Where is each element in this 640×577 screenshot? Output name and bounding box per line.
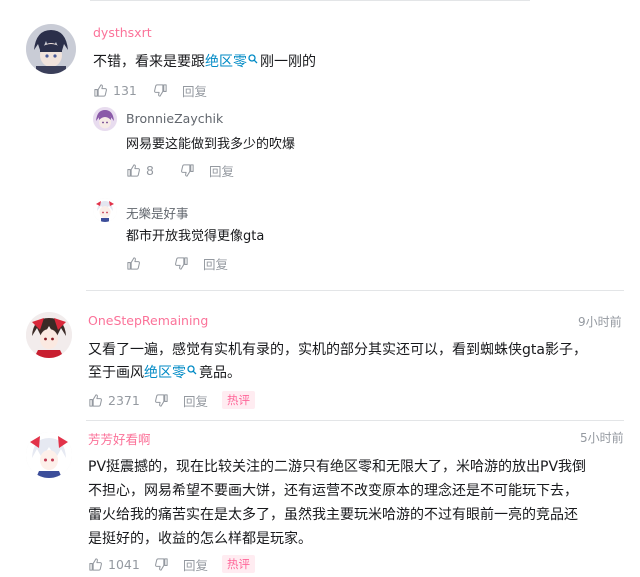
- reply-username[interactable]: 无樂是好事: [126, 203, 189, 222]
- reply-text: 网易要这能做到我多少的吹爆: [126, 137, 296, 152]
- comment-text-line: PV挺震撼的，现在比较关注的二游只有绝区零和无限大了，米哈游的放出PV我倒: [88, 459, 587, 475]
- like-count: 1041: [108, 556, 140, 572]
- reply-button[interactable]: 回复: [203, 254, 228, 273]
- search-icon[interactable]: [187, 365, 197, 375]
- comment-actions: 131 回复: [93, 81, 207, 99]
- thumb-up-icon[interactable]: [126, 163, 141, 178]
- avatar[interactable]: [93, 107, 117, 131]
- avatar[interactable]: [26, 24, 76, 74]
- like-count: 8: [146, 162, 154, 178]
- comment-text-end: 竟品。: [199, 365, 241, 381]
- comment-actions: 2371 回复 热评: [88, 391, 256, 410]
- top-divider: [90, 0, 530, 1]
- reply-username[interactable]: BronnieZaychik: [126, 111, 223, 126]
- thumb-up-icon[interactable]: [88, 557, 103, 572]
- thumb-down-icon[interactable]: [174, 256, 189, 271]
- comment-time: 9小时前: [578, 315, 622, 329]
- reply-actions: 8 回复: [126, 161, 234, 179]
- comment-username[interactable]: dysthsxrt: [93, 25, 152, 40]
- reply-text: 都市开放我觉得更像gta: [126, 229, 265, 244]
- comment-divider: [86, 420, 624, 421]
- comment-actions: 1041 回复 热评: [88, 555, 256, 574]
- comment-text-line: 雷火给我的痛苦实在是太多了，虽然我主要玩米哈游的不过有眼前一亮的竞品还: [88, 507, 578, 523]
- reply-actions: 回复: [126, 254, 228, 272]
- thumb-down-icon[interactable]: [154, 557, 169, 572]
- comment-text-end: 刚一刚的: [260, 54, 316, 70]
- comment-divider: [86, 290, 624, 291]
- reply-button[interactable]: 回复: [182, 81, 207, 100]
- thumb-down-icon[interactable]: [180, 163, 195, 178]
- comment-text-line: 不担心，网易希望不要画大饼，还有运营不改变原本的理念还是不可能玩下去，: [88, 483, 578, 499]
- thumb-down-icon[interactable]: [154, 393, 169, 408]
- like-count: 2371: [108, 392, 140, 408]
- keyword-link[interactable]: 绝区零: [144, 365, 186, 381]
- keyword-link[interactable]: 绝区零: [205, 54, 247, 70]
- search-icon[interactable]: [248, 54, 258, 64]
- reply-button[interactable]: 回复: [183, 555, 208, 574]
- hot-comment-badge: 热评: [222, 555, 256, 573]
- thumb-up-icon[interactable]: [93, 83, 108, 98]
- comment-text-start: 至于画风: [88, 365, 144, 381]
- comment-text-line: 又看了一遍，感觉有实机有录的，实机的部分其实还可以，看到蜘蛛侠gta影子，: [88, 342, 587, 358]
- reply-button[interactable]: 回复: [183, 391, 208, 410]
- hot-comment-badge: 热评: [222, 391, 256, 409]
- avatar[interactable]: [26, 312, 72, 358]
- thumb-up-icon[interactable]: [88, 393, 103, 408]
- thumb-down-icon[interactable]: [153, 83, 168, 98]
- avatar[interactable]: [93, 198, 117, 222]
- like-count: 131: [113, 82, 137, 98]
- comment-text: 不错，看来是要跟绝区零 刚一刚的: [93, 50, 316, 74]
- comment-text-line: 是挺好的，收益的怎么样都是玩家。: [88, 531, 312, 547]
- comment-time: 5小时前: [580, 431, 624, 445]
- thumb-up-icon[interactable]: [126, 256, 141, 271]
- comment-username[interactable]: 芳芳好看啊: [88, 429, 151, 448]
- comment-text-start: 不错，看来是要跟: [93, 54, 205, 70]
- comment-text-line: 至于画风绝区零 竟品。: [88, 361, 241, 385]
- reply-button[interactable]: 回复: [209, 161, 234, 180]
- avatar[interactable]: [26, 432, 72, 478]
- comment-username[interactable]: OneStepRemaining: [88, 313, 208, 328]
